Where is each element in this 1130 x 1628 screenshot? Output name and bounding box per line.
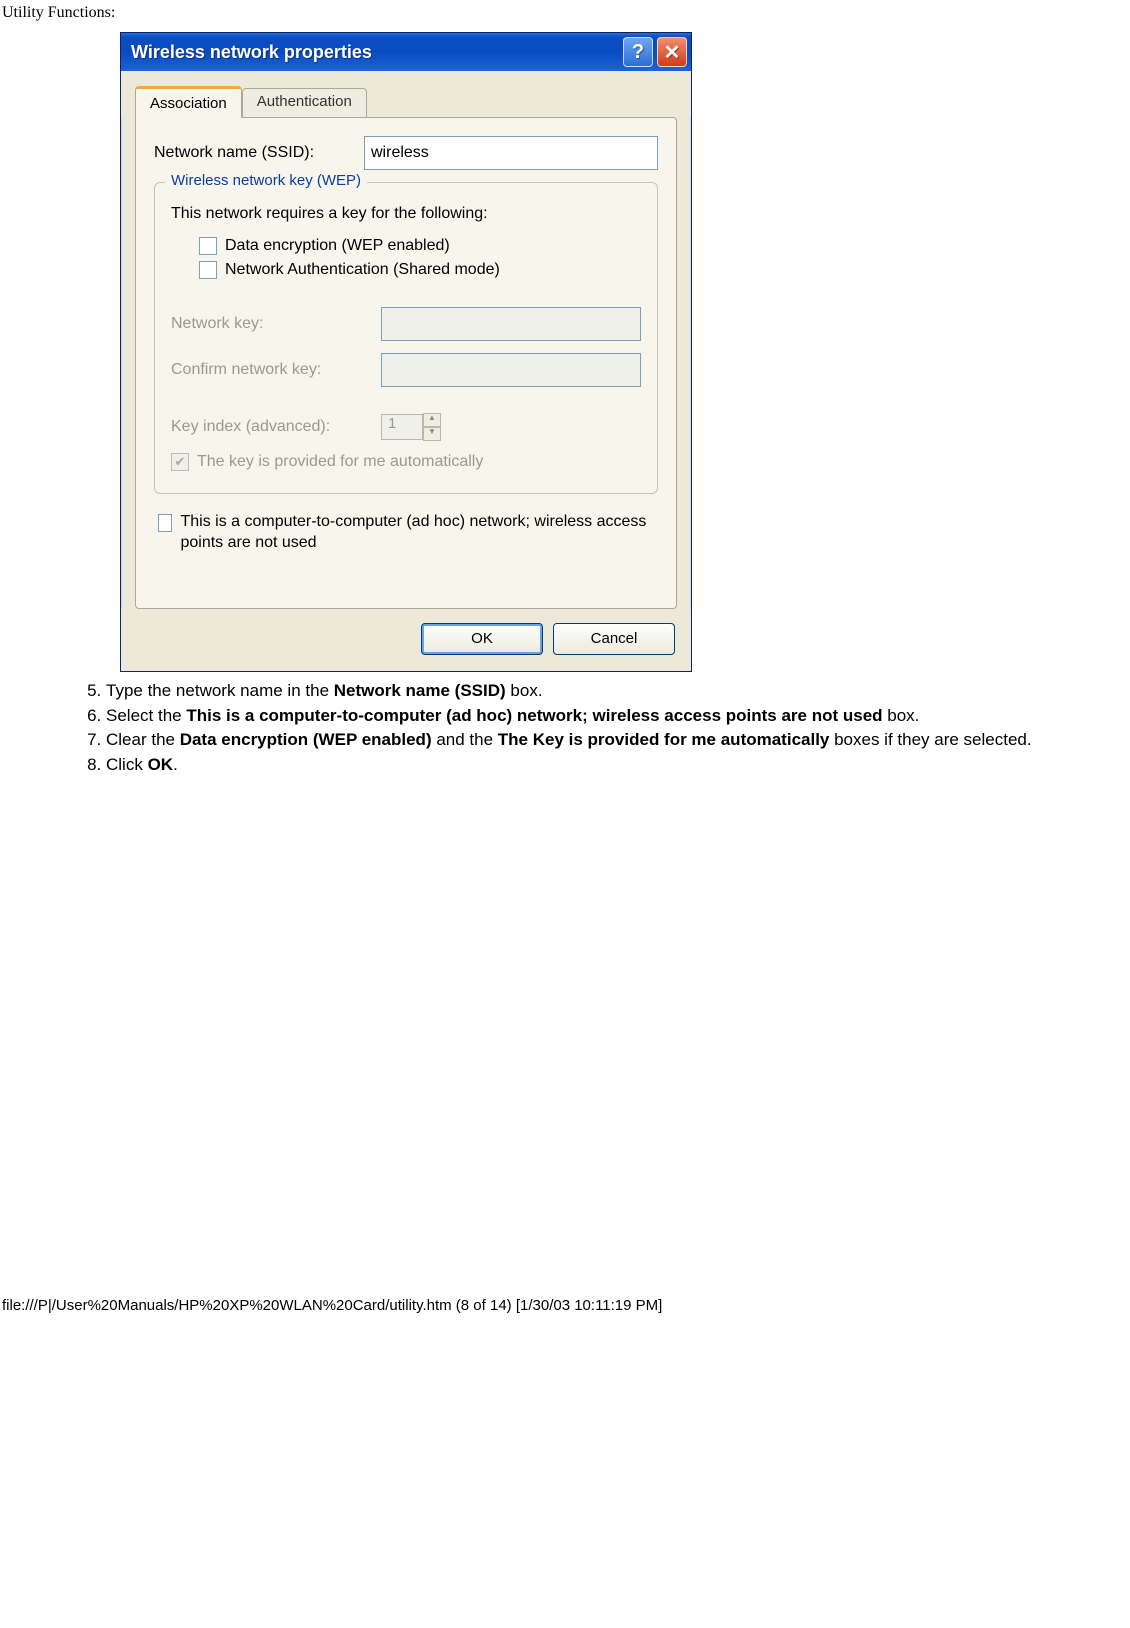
tab-panel-association: Network name (SSID): Wireless network ke… xyxy=(135,117,677,609)
close-icon[interactable]: ✕ xyxy=(657,37,687,67)
screenshot-container: Wireless network properties ? ✕ Associat… xyxy=(120,32,1130,672)
spinner-up-icon: ▲ xyxy=(423,413,441,427)
adhoc-row[interactable]: ✔ This is a computer-to-computer (ad hoc… xyxy=(158,512,654,554)
wep-checkbox-row[interactable]: ✔ Data encryption (WEP enabled) xyxy=(199,237,641,255)
titlebar: Wireless network properties ? ✕ xyxy=(121,33,691,71)
cancel-button[interactable]: Cancel xyxy=(553,623,675,655)
adhoc-checkbox[interactable]: ✔ xyxy=(158,514,172,532)
instruction-item: Click OK. xyxy=(106,754,1080,777)
dialog-button-bar: OK Cancel xyxy=(121,609,691,671)
network-key-input xyxy=(381,307,641,341)
key-index-spinner: 1 ▲ ▼ xyxy=(381,413,441,441)
instruction-list: Type the network name in the Network nam… xyxy=(70,680,1080,778)
auth-checkbox-label: Network Authentication (Shared mode) xyxy=(225,261,500,279)
ssid-label: Network name (SSID): xyxy=(154,144,364,162)
instruction-item: Select the This is a computer-to-compute… xyxy=(106,705,1080,728)
auth-checkbox-row[interactable]: ✔ Network Authentication (Shared mode) xyxy=(199,261,641,279)
dialog-title: Wireless network properties xyxy=(131,42,623,63)
wireless-properties-dialog: Wireless network properties ? ✕ Associat… xyxy=(120,32,692,672)
ssid-row: Network name (SSID): xyxy=(154,136,658,170)
ssid-input[interactable] xyxy=(364,136,658,170)
spinner-down-icon: ▼ xyxy=(423,427,441,441)
confirm-key-input xyxy=(381,353,641,387)
autokey-label: The key is provided for me automatically xyxy=(197,453,483,471)
key-index-row: Key index (advanced): 1 ▲ ▼ xyxy=(171,413,641,441)
network-key-label: Network key: xyxy=(171,315,381,333)
wep-checkbox[interactable]: ✔ xyxy=(199,237,217,255)
titlebar-buttons: ? ✕ xyxy=(623,37,687,67)
instruction-item: Clear the Data encryption (WEP enabled) … xyxy=(106,729,1080,752)
ok-button[interactable]: OK xyxy=(421,623,543,655)
page-footer: file:///P|/User%20Manuals/HP%20XP%20WLAN… xyxy=(0,1297,1130,1320)
network-key-row: Network key: xyxy=(171,307,641,341)
tab-association[interactable]: Association xyxy=(135,86,242,118)
help-icon[interactable]: ? xyxy=(623,37,653,67)
instruction-item: Type the network name in the Network nam… xyxy=(106,680,1080,703)
wep-group-legend: Wireless network key (WEP) xyxy=(165,172,367,189)
requires-key-text: This network requires a key for the foll… xyxy=(171,205,641,223)
confirm-key-row: Confirm network key: xyxy=(171,353,641,387)
autokey-row: ✔ The key is provided for me automatical… xyxy=(171,453,641,471)
key-index-label: Key index (advanced): xyxy=(171,418,381,436)
tabstrip: Association Authentication xyxy=(121,71,691,117)
wep-groupbox: Wireless network key (WEP) This network … xyxy=(154,182,658,494)
tab-authentication[interactable]: Authentication xyxy=(242,88,367,120)
key-index-value: 1 xyxy=(381,414,423,440)
autokey-checkbox: ✔ xyxy=(171,453,189,471)
page-header: Utility Functions: xyxy=(0,0,1130,22)
confirm-key-label: Confirm network key: xyxy=(171,361,381,379)
auth-checkbox[interactable]: ✔ xyxy=(199,261,217,279)
wep-checkbox-label: Data encryption (WEP enabled) xyxy=(225,237,450,255)
adhoc-label: This is a computer-to-computer (ad hoc) … xyxy=(180,512,654,554)
